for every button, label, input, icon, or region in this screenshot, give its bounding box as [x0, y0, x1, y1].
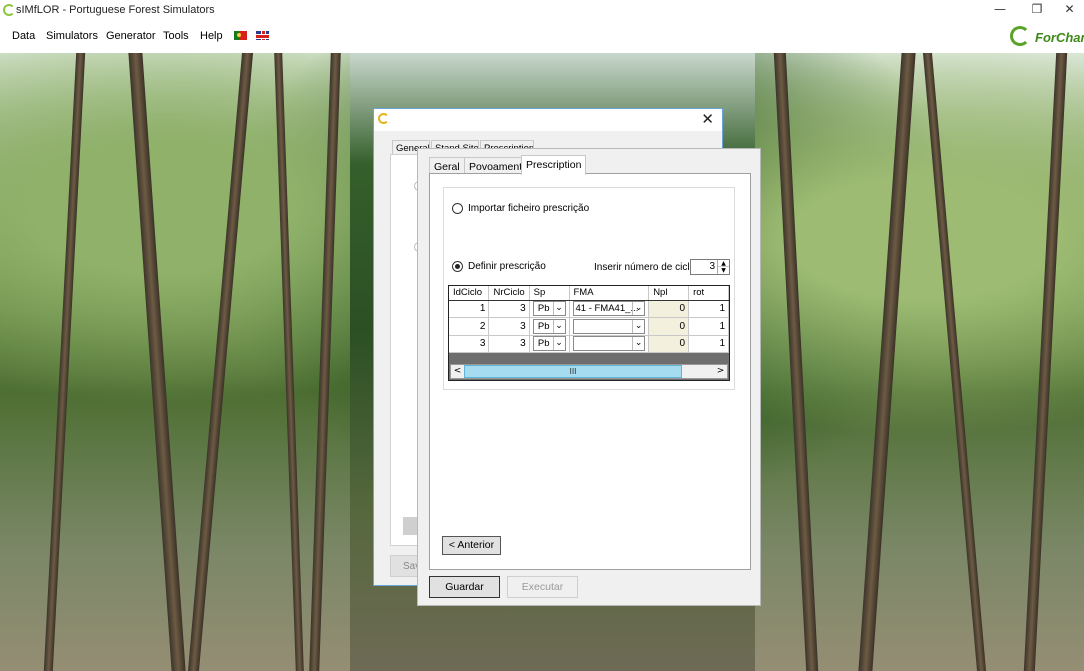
- tree-trunk: [922, 53, 987, 671]
- menu-help[interactable]: Help: [200, 30, 223, 42]
- tab-prescription[interactable]: Prescription: [521, 155, 587, 175]
- sp-combo[interactable]: Pb ⌄: [532, 318, 566, 334]
- sp-combo[interactable]: Pb ⌄: [532, 301, 566, 317]
- scroll-right-icon[interactable]: >: [714, 365, 727, 378]
- cell-sp[interactable]: Pb ⌄: [529, 335, 570, 353]
- fma-combo[interactable]: ⌄: [572, 336, 646, 352]
- spin-down-icon[interactable]: ▼: [718, 267, 729, 274]
- cycles-count-value[interactable]: 3: [709, 261, 715, 272]
- define-prescription-label[interactable]: Definir prescrição: [468, 261, 546, 272]
- col-idciclo[interactable]: IdCiclo: [449, 286, 490, 301]
- fma-combo[interactable]: ⌄: [572, 318, 646, 334]
- sp-value: Pb: [537, 320, 550, 332]
- close-button[interactable]: ✕: [1055, 0, 1084, 20]
- col-nrciclo[interactable]: NrCiclo: [488, 286, 530, 301]
- chevron-down-icon[interactable]: ⌄: [632, 319, 644, 333]
- grid-header-row: IdCiclo NrCiclo Sp FMA Npl rot: [449, 286, 729, 301]
- menu-bar: Data Simulators Generator Tools Help: [0, 20, 1084, 53]
- cell-rot[interactable]: 1: [688, 300, 729, 318]
- cell-idciclo[interactable]: 1: [449, 300, 490, 318]
- import-prescription-label[interactable]: Importar ficheiro prescrição: [468, 203, 589, 214]
- chevron-down-icon[interactable]: ⌄: [552, 302, 565, 316]
- cell-idciclo[interactable]: 3: [449, 335, 490, 353]
- fma-value: 41 - FMA41_...: [575, 303, 639, 315]
- tree-trunk: [43, 53, 86, 671]
- spin-up-icon[interactable]: ▲: [718, 260, 729, 267]
- cell-npl[interactable]: 0: [648, 300, 690, 318]
- cell-fma[interactable]: 41 - FMA41_... ⌄: [569, 300, 650, 318]
- import-prescription-radio[interactable]: [452, 203, 463, 214]
- prescription-dialog: Geral Povoamento Prescription Importar f…: [417, 148, 761, 606]
- chevron-down-icon[interactable]: ⌄: [632, 337, 644, 351]
- cycles-grid[interactable]: IdCiclo NrCiclo Sp FMA Npl rot 1 3 Pb⌄: [448, 285, 730, 381]
- menu-tools[interactable]: Tools: [163, 30, 189, 42]
- maximize-button[interactable]: ❐: [1019, 0, 1055, 20]
- sp-value: Pb: [537, 303, 550, 315]
- cell-fma[interactable]: ⌄: [569, 335, 650, 353]
- prescription-tab-page: Importar ficheiro prescrição Definir pre…: [429, 173, 751, 570]
- cycles-count-label: Inserir número de ciclos: [594, 262, 701, 273]
- col-rot[interactable]: rot: [688, 286, 729, 301]
- cell-nrciclo[interactable]: 3: [488, 317, 530, 336]
- logo-ring-icon: [1010, 26, 1030, 46]
- cell-fma[interactable]: ⌄: [569, 317, 650, 336]
- cell-nrciclo[interactable]: 3: [488, 300, 530, 318]
- menu-simulators[interactable]: Simulators: [46, 30, 98, 42]
- portugal-flag-icon[interactable]: [234, 31, 247, 40]
- dialog-close-button[interactable]: ✕: [701, 110, 714, 128]
- col-sp[interactable]: Sp: [529, 286, 570, 301]
- dialog-app-icon: [378, 113, 389, 124]
- table-row: 1 3 Pb ⌄ 41 - FMA41_... ⌄ 0 1: [449, 300, 729, 318]
- forchange-logo: ForChang: [1008, 24, 1084, 50]
- cell-npl[interactable]: 0: [648, 335, 690, 353]
- chevron-down-icon[interactable]: ⌄: [632, 302, 644, 316]
- back-save-button[interactable]: Sav: [390, 555, 420, 577]
- title-bar: sIMfLOR - Portuguese Forest Simulators —…: [0, 0, 1084, 20]
- menu-data[interactable]: Data: [12, 30, 35, 42]
- grid-horizontal-scrollbar[interactable]: < III >: [450, 364, 728, 379]
- cycles-count-stepper[interactable]: 3 ▲ ▼: [690, 259, 730, 275]
- define-prescription-radio[interactable]: [452, 261, 463, 272]
- tree-trunk: [309, 53, 341, 671]
- cell-rot[interactable]: 1: [688, 317, 729, 336]
- window-title: sIMfLOR - Portuguese Forest Simulators: [16, 4, 215, 16]
- col-fma[interactable]: FMA: [569, 286, 650, 301]
- cell-npl[interactable]: 0: [648, 317, 690, 336]
- logo-text: ForChang: [1035, 30, 1084, 45]
- minimize-button[interactable]: —: [982, 0, 1018, 20]
- chevron-down-icon[interactable]: ⌄: [552, 319, 565, 333]
- cycles-table: IdCiclo NrCiclo Sp FMA Npl rot 1 3 Pb⌄: [449, 286, 729, 353]
- cell-idciclo[interactable]: 2: [449, 317, 490, 336]
- col-npl[interactable]: Npl: [648, 286, 690, 301]
- prescription-group: Importar ficheiro prescrição Definir pre…: [443, 187, 735, 390]
- tree-trunk: [187, 53, 254, 671]
- tree-trunk: [128, 53, 186, 671]
- cycles-spin-buttons[interactable]: ▲ ▼: [717, 260, 729, 274]
- scroll-thumb[interactable]: III: [464, 365, 682, 378]
- chevron-down-icon[interactable]: ⌄: [552, 337, 565, 351]
- app-icon: [3, 4, 15, 16]
- background-dialog-titlebar: ✕: [374, 109, 722, 131]
- scroll-left-icon[interactable]: <: [451, 365, 464, 378]
- sp-combo[interactable]: Pb ⌄: [532, 336, 566, 352]
- tree-trunk: [274, 53, 304, 671]
- save-button[interactable]: Guardar: [429, 576, 500, 598]
- cell-sp[interactable]: Pb ⌄: [529, 317, 570, 336]
- table-row: 3 3 Pb ⌄ ⌄ 0 1: [449, 335, 729, 353]
- fma-combo[interactable]: 41 - FMA41_... ⌄: [572, 301, 646, 317]
- cell-nrciclo[interactable]: 3: [488, 335, 530, 353]
- tree-trunk: [1023, 53, 1068, 671]
- previous-button[interactable]: < Anterior: [442, 536, 501, 555]
- menu-generator[interactable]: Generator: [106, 30, 156, 42]
- cell-sp[interactable]: Pb ⌄: [529, 300, 570, 318]
- table-row: 2 3 Pb ⌄ ⌄ 0 1: [449, 317, 729, 336]
- sp-value: Pb: [537, 338, 550, 350]
- tree-trunk: [773, 53, 819, 671]
- run-button[interactable]: Executar: [507, 576, 578, 598]
- tab-geral[interactable]: Geral: [429, 157, 465, 174]
- uk-flag-icon[interactable]: [256, 31, 269, 40]
- tree-trunk: [858, 53, 916, 671]
- cell-rot[interactable]: 1: [688, 335, 729, 353]
